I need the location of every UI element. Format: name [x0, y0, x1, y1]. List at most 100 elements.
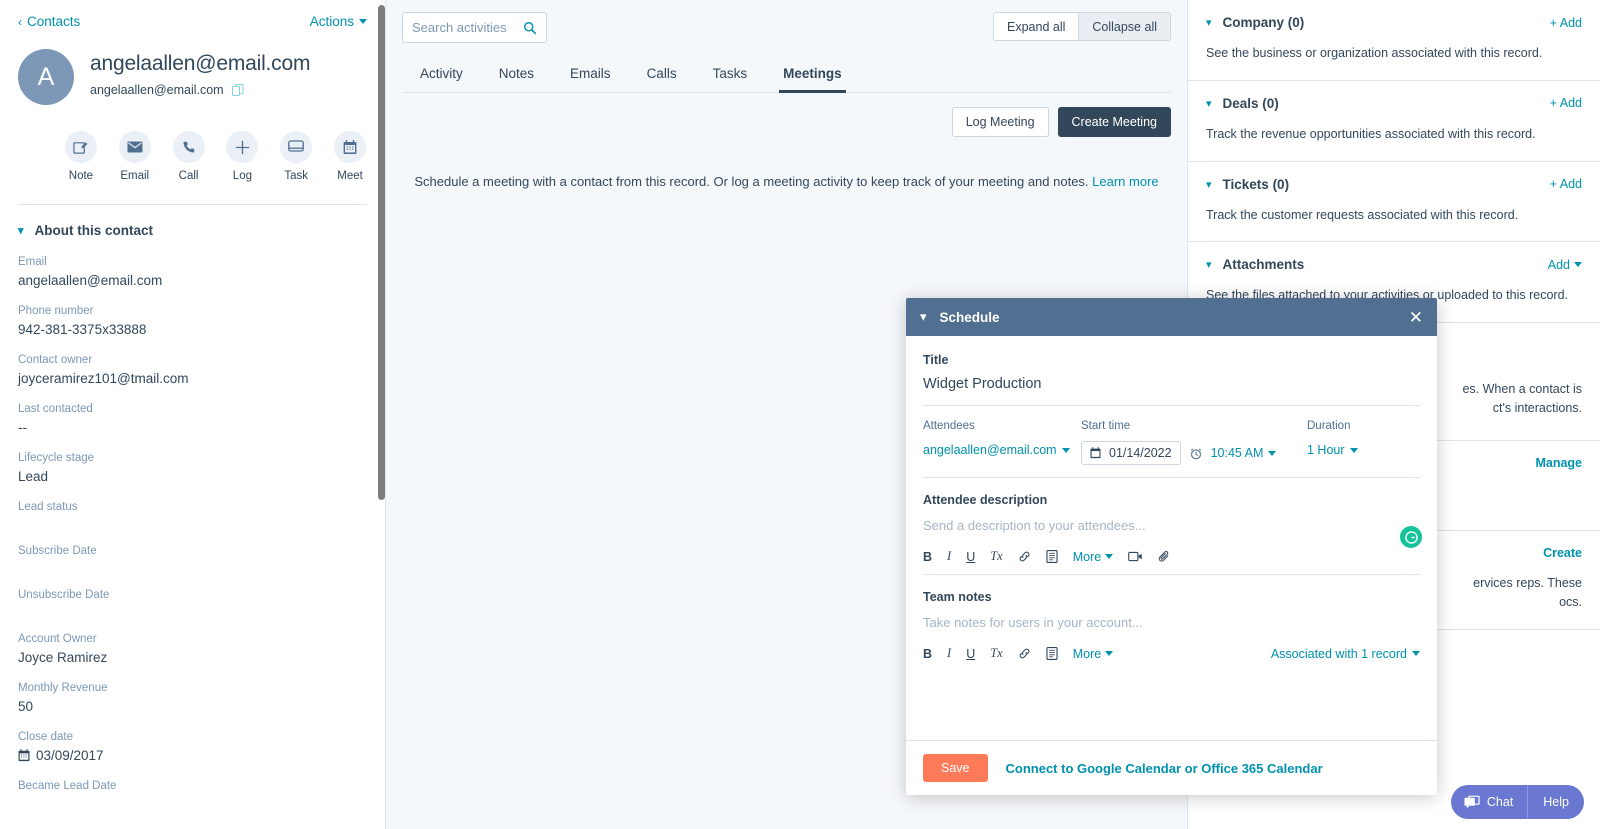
- card-header-left[interactable]: ▾ Attachments: [1206, 257, 1304, 272]
- card-header-left[interactable]: ▾ Deals (0): [1206, 96, 1279, 111]
- collapse-all-button[interactable]: Collapse all: [1078, 13, 1170, 40]
- connect-calendar-link[interactable]: Connect to Google Calendar or Office 365…: [1006, 761, 1323, 776]
- property-unsubscribe-date: Unsubscribe Date: [18, 589, 367, 616]
- search-activities-box[interactable]: [402, 12, 547, 43]
- quick-action-label: Log: [232, 170, 252, 182]
- start-date-input[interactable]: 01/14/2022: [1081, 441, 1181, 465]
- video-icon[interactable]: [1128, 551, 1143, 562]
- title-label: Title: [923, 353, 949, 367]
- chevron-down-icon: ▾: [1206, 17, 1212, 29]
- more-formatting-button[interactable]: More: [1073, 550, 1114, 564]
- property-label: Phone number: [18, 305, 94, 317]
- associated-records-dropdown[interactable]: Associated with 1 record: [1271, 647, 1420, 661]
- quick-action-task[interactable]: Task: [279, 131, 313, 182]
- tab-emails[interactable]: Emails: [552, 59, 629, 92]
- property-value[interactable]: [18, 518, 367, 528]
- actions-button[interactable]: Actions: [310, 14, 367, 29]
- save-button[interactable]: Save: [923, 754, 988, 782]
- link-icon[interactable]: [1018, 550, 1031, 563]
- close-icon[interactable]: ✕: [1409, 309, 1423, 326]
- attendees-dropdown[interactable]: angelaallen@email.com: [923, 443, 1070, 457]
- attachment-icon[interactable]: [1158, 550, 1171, 563]
- snippet-icon[interactable]: [1046, 647, 1058, 660]
- property-value[interactable]: [18, 606, 367, 616]
- tab-calls[interactable]: Calls: [629, 59, 695, 92]
- add-attachment-button[interactable]: Add: [1548, 258, 1582, 272]
- copy-icon[interactable]: [231, 83, 244, 97]
- breadcrumb-contacts[interactable]: ‹ Contacts: [18, 14, 80, 29]
- team-notes-input[interactable]: Take notes for users in your account...: [923, 615, 1420, 630]
- underline-button[interactable]: U: [966, 647, 975, 661]
- attendee-description-input[interactable]: Send a description to your attendees...: [923, 518, 1420, 533]
- property-label: Subscribe Date: [18, 545, 97, 557]
- tab-activity[interactable]: Activity: [402, 59, 481, 92]
- quick-action-meet[interactable]: Meet: [333, 131, 367, 182]
- meeting-title-input[interactable]: [923, 367, 1420, 405]
- about-section-header[interactable]: ▾ About this contact: [18, 223, 367, 238]
- duration-dropdown[interactable]: 1 Hour: [1307, 443, 1358, 457]
- chat-button[interactable]: Chat: [1451, 795, 1527, 810]
- contact-identity: A angelaallen@email.com angelaallen@emai…: [18, 49, 367, 105]
- tab-notes[interactable]: Notes: [481, 59, 552, 92]
- header-top-row: ‹ Contacts Actions: [18, 14, 367, 29]
- quick-action-label: Email: [120, 170, 150, 182]
- quick-action-email[interactable]: Email: [118, 131, 152, 182]
- bold-button[interactable]: B: [923, 647, 932, 661]
- learn-more-link[interactable]: Learn more: [1092, 174, 1158, 189]
- create-button[interactable]: Create: [1543, 546, 1582, 560]
- property-value-row[interactable]: 03/09/2017: [18, 748, 367, 763]
- tab-meetings[interactable]: Meetings: [765, 59, 860, 93]
- team-notes-toolbar: B I U Tx More: [923, 646, 1114, 661]
- card-header-left[interactable]: ▾ Company (0): [1206, 15, 1304, 30]
- property-value: 03/09/2017: [36, 748, 104, 763]
- card-header-left[interactable]: ▾ Tickets (0): [1206, 177, 1289, 192]
- log-meeting-button[interactable]: Log Meeting: [951, 107, 1049, 137]
- property-value[interactable]: joyceramirez101@tmail.com: [18, 371, 367, 386]
- quick-action-label: Note: [68, 170, 94, 182]
- add-deal-button[interactable]: + Add: [1550, 96, 1582, 110]
- expand-all-button[interactable]: Expand all: [994, 13, 1079, 40]
- search-icon[interactable]: [523, 21, 537, 35]
- add-company-button[interactable]: + Add: [1550, 16, 1582, 30]
- underline-button[interactable]: U: [966, 550, 975, 564]
- add-ticket-button[interactable]: + Add: [1550, 177, 1582, 191]
- quick-action-log[interactable]: Log: [225, 131, 259, 182]
- clear-format-button[interactable]: Tx: [990, 549, 1003, 564]
- italic-button[interactable]: I: [947, 549, 951, 564]
- property-value[interactable]: 50: [18, 699, 367, 714]
- start-time-dropdown[interactable]: 10:45 AM: [1211, 446, 1277, 460]
- property-value[interactable]: --: [18, 420, 367, 435]
- about-this-contact-section: ▾ About this contact Email angelaallen@e…: [0, 205, 385, 807]
- clear-format-button[interactable]: Tx: [990, 646, 1003, 661]
- property-label: Email: [18, 256, 47, 268]
- duration-value: 1 Hour: [1307, 443, 1345, 457]
- quick-action-label: Call: [178, 170, 199, 182]
- snippet-icon[interactable]: [1046, 550, 1058, 563]
- grammarly-icon[interactable]: [1400, 526, 1422, 548]
- company-card: ▾ Company (0) + Add See the business or …: [1188, 0, 1600, 81]
- quick-action-note[interactable]: Note: [64, 131, 98, 182]
- search-input[interactable]: [412, 20, 517, 35]
- property-value[interactable]: Joyce Ramirez: [18, 650, 367, 665]
- help-button[interactable]: Help: [1528, 795, 1584, 809]
- sidebar-scrollbar[interactable]: [378, 5, 385, 500]
- italic-button[interactable]: I: [947, 646, 951, 661]
- link-icon[interactable]: [1018, 647, 1031, 660]
- property-value[interactable]: angelaallen@email.com: [18, 273, 367, 288]
- property-value[interactable]: 942-381-3375x33888: [18, 322, 367, 337]
- tab-tasks[interactable]: Tasks: [695, 59, 766, 92]
- start-time-label: Start time: [1081, 420, 1131, 432]
- duration-label: Duration: [1307, 420, 1351, 432]
- chevron-down-icon: [1105, 651, 1114, 656]
- actions-label: Actions: [309, 14, 354, 29]
- deals-card: ▾ Deals (0) + Add Track the revenue oppo…: [1188, 81, 1600, 162]
- bold-button[interactable]: B: [923, 550, 932, 564]
- create-meeting-button[interactable]: Create Meeting: [1057, 107, 1171, 137]
- chevron-down-icon[interactable]: ▾: [920, 309, 927, 325]
- property-value[interactable]: [18, 562, 367, 572]
- quick-action-call[interactable]: Call: [172, 131, 206, 182]
- property-value[interactable]: [18, 797, 367, 807]
- property-value[interactable]: Lead: [18, 469, 367, 484]
- manage-button[interactable]: Manage: [1535, 456, 1582, 470]
- more-formatting-button[interactable]: More: [1073, 647, 1114, 661]
